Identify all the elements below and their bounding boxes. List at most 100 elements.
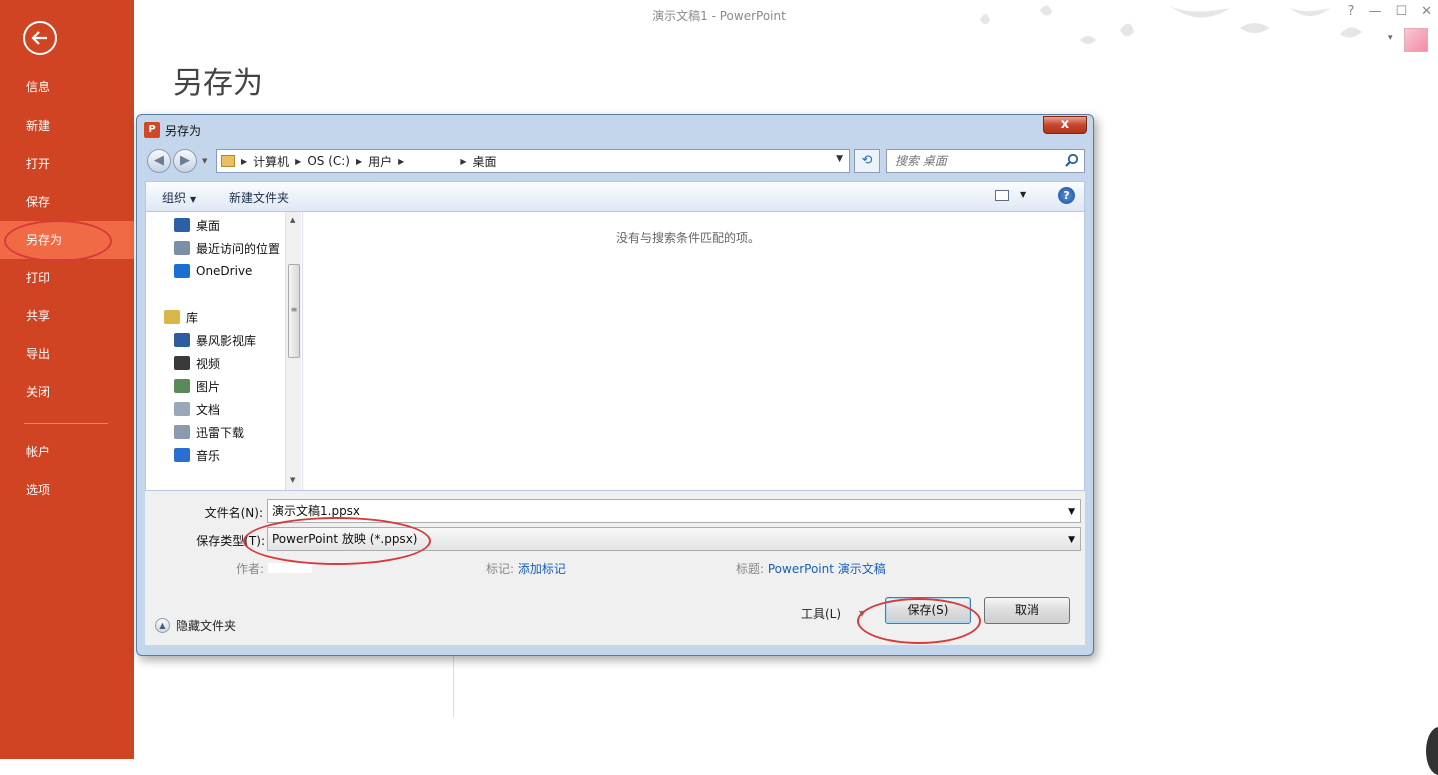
back-arrow-icon[interactable] <box>23 21 57 55</box>
tree-item-label: OneDrive <box>196 264 252 278</box>
scroll-down-icon[interactable]: ▼ <box>290 476 295 484</box>
tree-item[interactable]: 暴风影视库 <box>174 330 256 350</box>
avatar[interactable] <box>1404 28 1428 52</box>
tree-item[interactable]: 最近访问的位置 <box>174 238 280 258</box>
divider <box>453 655 454 717</box>
pictures-icon <box>174 379 190 393</box>
navigation-bar: ◀ ▶ ▼ ▶ 计算机 ▶ OS (C:) ▶ 用户 ▶ ▶ 桌面 ▼ ⟲ <box>145 148 1085 174</box>
filename-field[interactable]: 演示文稿1.ppsx ▼ <box>267 499 1081 523</box>
title-link[interactable]: PowerPoint 演示文稿 <box>768 562 886 576</box>
pane-divider[interactable] <box>302 212 303 490</box>
backstage-sidebar: 信息新建打开保存另存为打印共享导出关闭帐户选项 <box>0 0 134 759</box>
tree-item[interactable]: 视频 <box>174 353 220 373</box>
tags-field: 标记: 添加标记 <box>486 560 566 577</box>
account-caret-icon[interactable]: ▾ <box>1388 33 1393 43</box>
tree-item[interactable]: 音乐 <box>174 445 220 465</box>
back-nav-button[interactable]: ◀ <box>147 149 171 173</box>
filename-dropdown-icon[interactable]: ▼ <box>1068 501 1075 523</box>
corner-bubble <box>1426 727 1438 775</box>
save-button[interactable]: 保存(S) <box>885 597 971 624</box>
search-icon[interactable] <box>1064 153 1080 169</box>
chevron-right-icon[interactable]: ▶ <box>356 157 362 166</box>
tree-item[interactable]: 文档 <box>174 399 220 419</box>
tree-item[interactable]: 迅雷下载 <box>174 422 244 442</box>
navigation-tree: 桌面最近访问的位置 OneDrive 库暴风影视库视频图片文档迅雷下载音乐 <box>146 212 301 490</box>
scroll-up-icon[interactable]: ▲ <box>290 216 295 224</box>
savetype-label: 保存类型(T): <box>185 532 265 549</box>
sidebar-item-1[interactable]: 新建 <box>0 107 134 145</box>
maximize-button[interactable]: ☐ <box>1395 4 1407 19</box>
minimize-button[interactable]: — <box>1368 4 1381 19</box>
tree-item-label: 最近访问的位置 <box>196 240 280 257</box>
search-box[interactable] <box>886 149 1085 173</box>
tools-menu[interactable]: 工具(L) <box>801 605 841 622</box>
recent-places-icon <box>174 241 190 255</box>
folder-icon <box>221 155 235 167</box>
tree-item-label: 图片 <box>196 378 220 395</box>
refresh-icon[interactable]: ⟲ <box>854 149 880 173</box>
address-dropdown-icon[interactable]: ▼ <box>836 154 843 164</box>
tree-item-label: 文档 <box>196 401 220 418</box>
tags-link[interactable]: 添加标记 <box>518 562 566 576</box>
sidebar-item-0[interactable]: 信息 <box>0 68 134 106</box>
chevron-right-icon[interactable]: ▶ <box>460 157 466 166</box>
sidebar-item-7[interactable]: 导出 <box>0 335 134 373</box>
history-dropdown-icon[interactable]: ▼ <box>202 157 207 165</box>
chevron-right-icon[interactable]: ▶ <box>241 157 247 166</box>
caret-down-icon: ▼ <box>190 195 196 204</box>
breadcrumb-desktop[interactable]: 桌面 <box>472 153 496 170</box>
filename-label: 文件名(N): <box>193 504 263 521</box>
sidebar-item-6[interactable]: 共享 <box>0 297 134 335</box>
search-input[interactable] <box>895 151 1065 171</box>
breadcrumb-computer[interactable]: 计算机 <box>253 153 289 170</box>
tree-item-label: 暴风影视库 <box>196 332 256 349</box>
breadcrumb-users[interactable]: 用户 <box>368 153 392 170</box>
sidebar-item-5[interactable]: 打印 <box>0 259 134 297</box>
tools-caret-icon[interactable]: ▼ <box>859 609 865 618</box>
help-button[interactable]: ? <box>1348 4 1355 19</box>
sidebar-item-8[interactable]: 关闭 <box>0 373 134 411</box>
sidebar-item-10[interactable]: 选项 <box>0 471 134 509</box>
documents-icon <box>174 402 190 416</box>
chevron-right-icon[interactable]: ▶ <box>398 157 404 166</box>
video-library-icon <box>174 333 190 347</box>
chevron-up-icon: ▲ <box>155 618 170 633</box>
breadcrumb-drive[interactable]: OS (C:) <box>307 154 350 168</box>
scroll-thumb[interactable]: ≡ <box>288 264 300 358</box>
tree-item[interactable]: 图片 <box>174 376 220 396</box>
chevron-right-icon[interactable]: ▶ <box>295 157 301 166</box>
cancel-button[interactable]: 取消 <box>984 597 1070 624</box>
forward-nav-button[interactable]: ▶ <box>173 149 197 173</box>
view-options-icon[interactable] <box>995 190 1009 201</box>
view-caret-icon[interactable]: ▼ <box>1020 190 1026 199</box>
tree-item[interactable]: 库 <box>164 307 198 327</box>
new-folder-button[interactable]: 新建文件夹 <box>229 189 289 206</box>
savetype-dropdown-icon[interactable]: ▼ <box>1068 529 1075 551</box>
tree-item[interactable]: OneDrive <box>174 261 252 281</box>
sidebar-item-4[interactable]: 另存为 <box>0 221 134 259</box>
title-label: 标题: <box>736 562 764 576</box>
hide-folders-toggle[interactable]: ▲ 隐藏文件夹 <box>155 617 236 634</box>
sidebar-item-9[interactable]: 帐户 <box>0 433 134 471</box>
author-label: 作者: <box>236 562 264 576</box>
dialog-close-button[interactable]: x <box>1043 116 1087 134</box>
dialog-titlebar[interactable]: P 另存为 x <box>137 115 1093 143</box>
desktop-icon <box>174 218 190 232</box>
help-icon[interactable]: ? <box>1058 187 1075 204</box>
tree-item-label: 库 <box>186 309 198 326</box>
organize-menu[interactable]: 组织 ▼ <box>162 189 196 206</box>
tree-item-label: 音乐 <box>196 447 220 464</box>
organize-label: 组织 <box>162 191 186 205</box>
window-controls: ? — ☐ ✕ <box>1348 4 1432 19</box>
redacted-author <box>268 563 312 573</box>
tree-scrollbar[interactable]: ▲ ≡ ▼ <box>285 212 301 490</box>
onedrive-icon <box>174 264 190 278</box>
close-button[interactable]: ✕ <box>1421 4 1432 19</box>
sidebar-item-3[interactable]: 保存 <box>0 183 134 221</box>
butterfly-decoration-icon <box>960 0 1400 56</box>
address-bar[interactable]: ▶ 计算机 ▶ OS (C:) ▶ 用户 ▶ ▶ 桌面 ▼ <box>216 149 850 173</box>
tree-item[interactable]: 桌面 <box>174 215 220 235</box>
sidebar-item-2[interactable]: 打开 <box>0 145 134 183</box>
savetype-select[interactable]: PowerPoint 放映 (*.ppsx) ▼ <box>267 527 1081 551</box>
title-field: 标题: PowerPoint 演示文稿 <box>736 560 886 577</box>
